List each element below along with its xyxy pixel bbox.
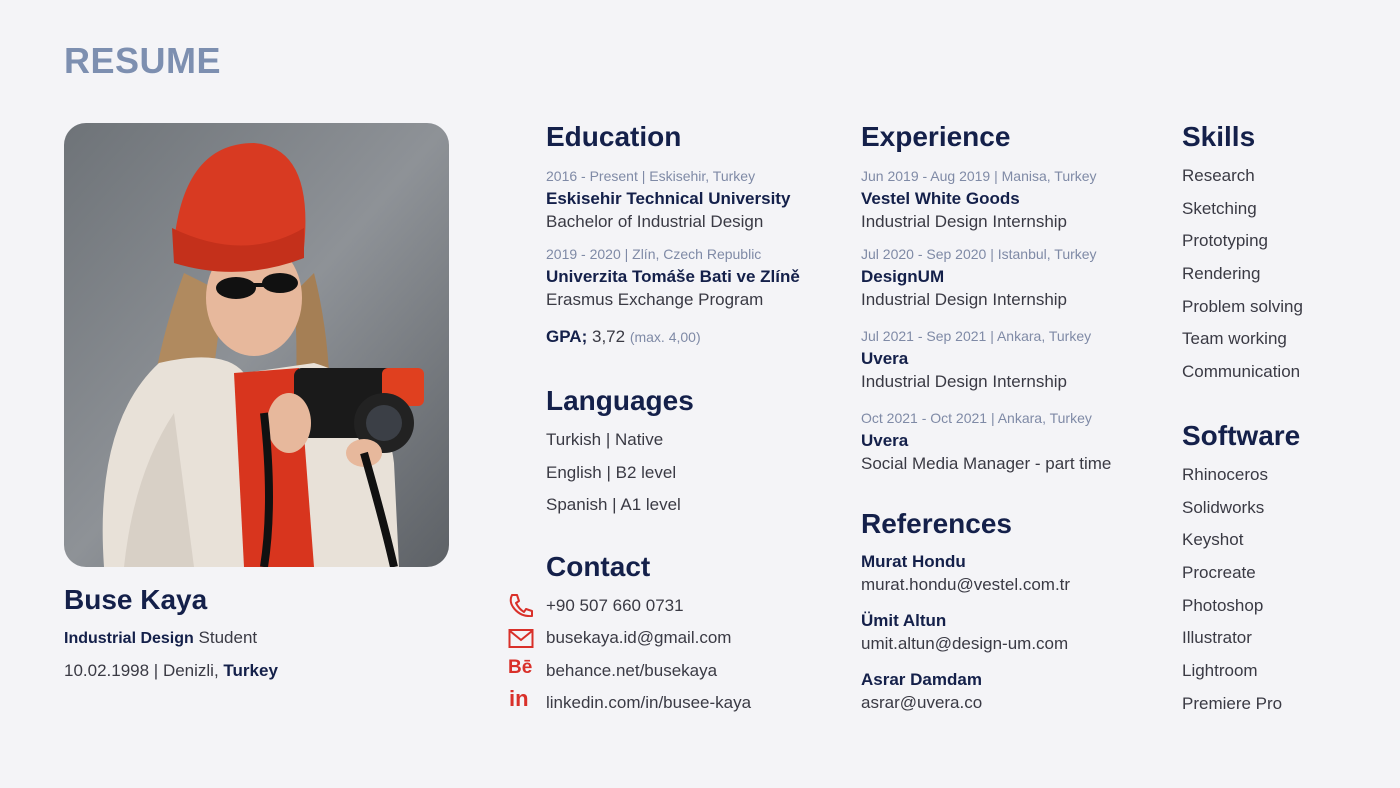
- phone-icon: [509, 594, 533, 617]
- references-heading: References: [861, 508, 1012, 539]
- education-degree: Erasmus Exchange Program: [546, 290, 764, 309]
- profile-birth: 10.02.1998 | Denizli, Turkey: [64, 661, 278, 681]
- reference-name: Murat Hondu: [861, 552, 966, 571]
- education-meta: 2019 - 2020 | Zlín, Czech Republic: [546, 246, 762, 262]
- software-item: Keyshot: [1182, 530, 1244, 549]
- languages-heading: Languages: [546, 385, 694, 416]
- education-degree: Bachelor of Industrial Design: [546, 212, 764, 231]
- experience-company: Uvera: [861, 349, 909, 368]
- page-title: RESUME: [64, 40, 222, 81]
- contact-email[interactable]: busekaya.id@gmail.com: [546, 628, 731, 648]
- experience-role: Industrial Design Internship: [861, 290, 1068, 309]
- profile-photo: [64, 123, 449, 567]
- experience-heading: Experience: [861, 121, 1011, 152]
- experience-meta: Oct 2021 - Oct 2021 | Ankara, Turkey: [861, 410, 1092, 426]
- language-item: English | B2 level: [546, 463, 677, 482]
- software-item: Rhinoceros: [1182, 465, 1268, 484]
- education-meta: 2016 - Present | Eskisehir, Turkey: [546, 168, 756, 184]
- skill-item: Rendering: [1182, 264, 1261, 283]
- skill-item: Research: [1182, 166, 1255, 185]
- linkedin-icon: in: [509, 686, 529, 711]
- gpa-max: (max. 4,00): [629, 329, 701, 345]
- experience-company: DesignUM: [861, 267, 945, 286]
- gpa-label: GPA;: [546, 327, 588, 346]
- experience-company: Vestel White Goods: [861, 189, 1020, 208]
- behance-icon: Bē: [508, 657, 533, 678]
- experience-role: Social Media Manager - part time: [861, 454, 1112, 473]
- skill-item: Problem solving: [1182, 297, 1303, 316]
- software-item: Premiere Pro: [1182, 694, 1283, 713]
- language-item: Spanish | A1 level: [546, 495, 681, 514]
- software-item: Illustrator: [1182, 628, 1252, 647]
- education-school: Univerzita Tomáše Bati ve Zlíně: [546, 267, 800, 286]
- software-item: Photoshop: [1182, 596, 1264, 615]
- contact-behance[interactable]: behance.net/busekaya: [546, 661, 717, 681]
- experience-meta: Jun 2019 - Aug 2019 | Manisa, Turkey: [861, 168, 1097, 184]
- contact-heading: Contact: [546, 551, 651, 582]
- reference-email[interactable]: asrar@uvera.co: [861, 693, 982, 713]
- experience-role: Industrial Design Internship: [861, 372, 1068, 391]
- skills-heading: Skills: [1182, 121, 1256, 152]
- skill-item: Sketching: [1182, 199, 1257, 218]
- profile-name: Buse Kaya: [64, 584, 208, 615]
- software-item: Solidworks: [1182, 498, 1265, 517]
- gpa: GPA; 3,72 (max. 4,00): [546, 327, 701, 347]
- skill-item: Communication: [1182, 362, 1301, 381]
- gpa-value: 3,72: [591, 327, 626, 346]
- reference-email[interactable]: murat.hondu@vestel.com.tr: [861, 575, 1070, 595]
- contact-phone[interactable]: +90 507 660 0731: [546, 596, 684, 616]
- profile-role: Industrial Design Student: [64, 628, 257, 648]
- experience-meta: Jul 2021 - Sep 2021 | Ankara, Turkey: [861, 328, 1092, 344]
- birth-info: 10.02.1998 | Denizli,: [64, 661, 219, 680]
- country: Turkey: [223, 661, 278, 680]
- reference-name: Asrar Damdam: [861, 670, 982, 689]
- software-item: Lightroom: [1182, 661, 1258, 680]
- education-school: Eskisehir Technical University: [546, 189, 791, 208]
- skill-item: Prototyping: [1182, 231, 1268, 250]
- contact-linkedin[interactable]: linkedin.com/in/busee-kaya: [546, 693, 751, 713]
- language-item: Turkish | Native: [546, 430, 664, 449]
- reference-email[interactable]: umit.altun@design-um.com: [861, 634, 1068, 654]
- role-level: Student: [198, 628, 258, 647]
- role-field: Industrial Design: [64, 630, 194, 647]
- experience-meta: Jul 2020 - Sep 2020 | Istanbul, Turkey: [861, 246, 1097, 262]
- education-heading: Education: [546, 121, 682, 152]
- experience-role: Industrial Design Internship: [861, 212, 1068, 231]
- skill-item: Team working: [1182, 329, 1287, 348]
- software-item: Procreate: [1182, 563, 1256, 582]
- email-icon: [508, 629, 534, 648]
- experience-company: Uvera: [861, 431, 909, 450]
- reference-name: Ümit Altun: [861, 611, 947, 630]
- software-heading: Software: [1182, 420, 1301, 451]
